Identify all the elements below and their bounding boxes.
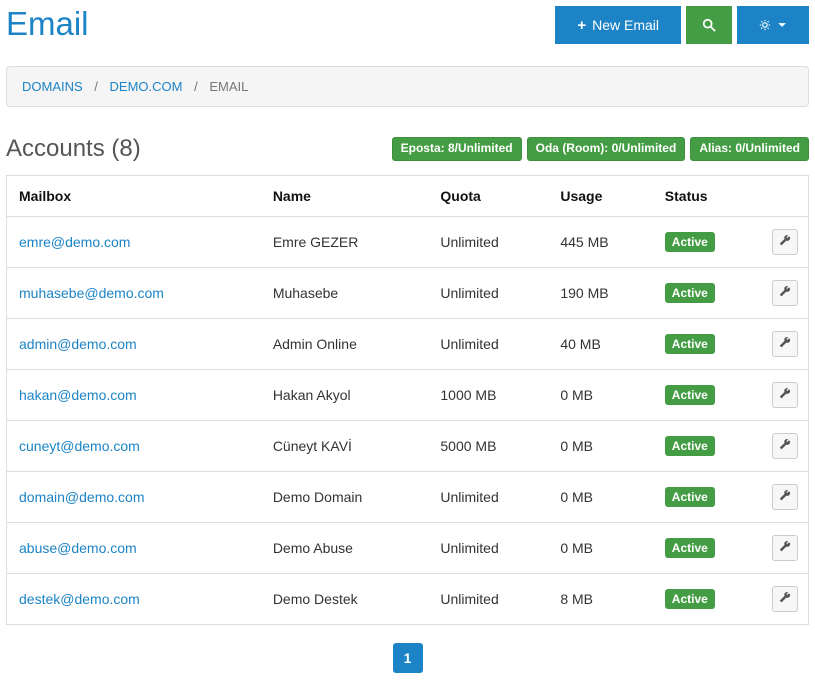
cell-name: Demo Abuse [263,523,431,574]
col-actions [762,176,809,217]
breadcrumb: DOMAINS / DEMO.COM / EMAIL [6,66,809,107]
row-settings-button[interactable] [772,586,798,612]
cell-usage: 0 MB [550,421,654,472]
row-settings-button[interactable] [772,331,798,357]
breadcrumb-domain[interactable]: DEMO.COM [110,79,183,94]
breadcrumb-separator: / [194,79,198,94]
wrench-icon [778,540,792,557]
cell-name: Demo Domain [263,472,431,523]
cell-quota: 5000 MB [430,421,550,472]
table-row: cuneyt@demo.com Cüneyt KAVİ5000 MB0 MB Act… [7,421,809,472]
cell-quota: Unlimited [430,319,550,370]
status-badge: Active [665,283,715,303]
table-header-row: Mailbox Name Quota Usage Status [7,176,809,217]
page-title: Email [6,6,89,42]
badge-eposta: Eposta: 8/Unlimited [392,137,522,161]
page-header: Email + New Email [6,6,809,44]
search-icon [702,18,716,32]
status-badge: Active [665,385,715,405]
status-badge: Active [665,436,715,456]
cell-quota: Unlimited [430,574,550,625]
status-badge: Active [665,232,715,252]
mailbox-link[interactable]: emre@demo.com [19,234,130,250]
cell-name: Muhasebe [263,268,431,319]
col-quota: Quota [430,176,550,217]
pagination: 1 [6,643,809,673]
col-name: Name [263,176,431,217]
row-settings-button[interactable] [772,229,798,255]
cell-quota: Unlimited [430,523,550,574]
cell-quota: Unlimited [430,268,550,319]
accounts-table: Mailbox Name Quota Usage Status emre@dem… [6,175,809,625]
row-settings-button[interactable] [772,433,798,459]
wrench-icon [778,387,792,404]
table-row: domain@demo.com Demo DomainUnlimited0 MB A… [7,472,809,523]
mailbox-link[interactable]: domain@demo.com [19,489,145,505]
mailbox-link[interactable]: abuse@demo.com [19,540,137,556]
search-button[interactable] [686,6,732,44]
table-row: admin@demo.com Admin OnlineUnlimited40 MB… [7,319,809,370]
cell-name: Hakan Akyol [263,370,431,421]
section-header: Accounts (8) Eposta: 8/Unlimited Oda (Ro… [6,135,809,163]
gear-icon [759,18,771,32]
plus-icon: + [577,18,586,33]
table-row: hakan@demo.com Hakan Akyol1000 MB0 MB Acti… [7,370,809,421]
new-email-button[interactable]: + New Email [555,6,681,44]
table-row: destek@demo.comDemo DestekUnlimited8 MBA… [7,574,809,625]
mailbox-link[interactable]: cuneyt@demo.com [19,438,140,454]
badge-oda: Oda (Room): 0/Unlimited [527,137,686,161]
status-badge: Active [665,538,715,558]
caret-down-icon [777,18,787,32]
badge-alias: Alias: 0/Unlimited [690,137,809,161]
row-settings-button[interactable] [772,484,798,510]
status-badge: Active [665,487,715,507]
breadcrumb-separator: / [94,79,98,94]
mailbox-link[interactable]: destek@demo.com [19,591,140,607]
page-1-button[interactable]: 1 [393,643,423,673]
status-badge: Active [665,334,715,354]
breadcrumb-domains[interactable]: DOMAINS [22,79,83,94]
cell-quota: 1000 MB [430,370,550,421]
cell-usage: 0 MB [550,370,654,421]
table-row: emre@demo.com Emre GEZERUnlimited445 MB Ac… [7,217,809,268]
cell-usage: 0 MB [550,472,654,523]
header-actions: + New Email [555,6,809,44]
mailbox-link[interactable]: hakan@demo.com [19,387,137,403]
cell-quota: Unlimited [430,472,550,523]
wrench-icon [778,336,792,353]
section-title: Accounts (8) [6,135,141,163]
cell-quota: Unlimited [430,217,550,268]
wrench-icon [778,285,792,302]
col-status: Status [655,176,762,217]
cell-name: Emre GEZER [263,217,431,268]
cell-usage: 8 MB [550,574,654,625]
cell-usage: 445 MB [550,217,654,268]
cell-usage: 0 MB [550,523,654,574]
wrench-icon [778,234,792,251]
cell-name: Cüneyt KAVİ [263,421,431,472]
cell-usage: 40 MB [550,319,654,370]
wrench-icon [778,438,792,455]
cell-usage: 190 MB [550,268,654,319]
col-mailbox: Mailbox [7,176,263,217]
wrench-icon [778,591,792,608]
row-settings-button[interactable] [772,535,798,561]
mailbox-link[interactable]: muhasebe@demo.com [19,285,164,301]
new-email-label: New Email [592,17,659,33]
cell-name: Admin Online [263,319,431,370]
breadcrumb-current: EMAIL [209,79,248,94]
cell-name: Demo Destek [263,574,431,625]
quota-badges: Eposta: 8/Unlimited Oda (Room): 0/Unlimi… [392,137,809,161]
table-row: muhasebe@demo.com MuhasebeUnlimited190 MB… [7,268,809,319]
settings-dropdown-button[interactable] [737,6,809,44]
wrench-icon [778,489,792,506]
col-usage: Usage [550,176,654,217]
table-row: abuse@demo.com Demo AbuseUnlimited0 MB Act… [7,523,809,574]
row-settings-button[interactable] [772,382,798,408]
mailbox-link[interactable]: admin@demo.com [19,336,137,352]
row-settings-button[interactable] [772,280,798,306]
